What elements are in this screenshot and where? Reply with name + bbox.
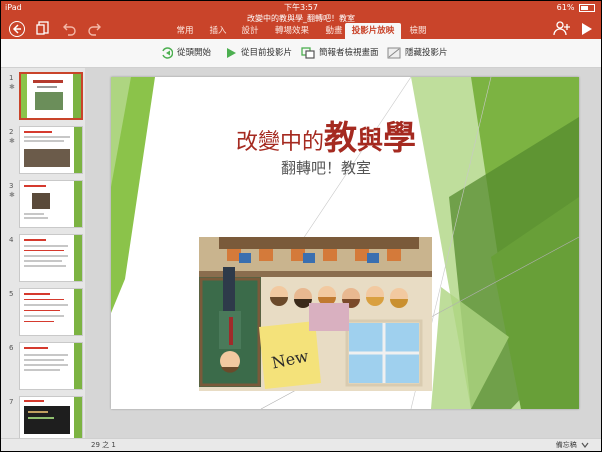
file-icon [36, 21, 49, 35]
title-part-4: 學 [383, 118, 417, 157]
tab-design[interactable]: 設計 [235, 23, 265, 39]
add-person-icon [553, 21, 570, 36]
title-part-3: 與 [357, 126, 384, 156]
undo-button[interactable] [61, 21, 79, 39]
from-beginning-icon [162, 46, 173, 59]
play-button[interactable] [581, 21, 599, 39]
thumbnail-slide-6[interactable] [19, 342, 83, 390]
tab-insert[interactable]: 插入 [203, 23, 233, 39]
thumb-number: 4 [9, 236, 14, 244]
tab-home[interactable]: 常用 [169, 23, 201, 39]
from-current-label: 從目前投影片 [241, 48, 293, 58]
tab-review[interactable]: 檢閱 [403, 23, 433, 39]
presenter-view-label: 簡報者檢視畫面 [319, 48, 379, 58]
thumb-number: 1 [9, 74, 14, 82]
hide-slide-label: 隱藏投影片 [405, 48, 448, 58]
play-current-icon [227, 47, 236, 58]
presenter-view-button[interactable]: 簡報者檢視畫面 [301, 46, 379, 60]
tab-slide-show[interactable]: 投影片放映 [345, 23, 401, 40]
from-beginning-label: 從頭開始 [177, 48, 212, 58]
animation-star-icon: ✱ [9, 137, 15, 145]
thumb-number: 3 [9, 182, 14, 190]
thumbnail-slide-5[interactable] [19, 288, 83, 336]
thumbnail-slide-3[interactable] [19, 180, 83, 228]
chevron-down-icon [581, 442, 589, 448]
from-current-button[interactable]: 從目前投影片 [225, 46, 292, 60]
undo-icon [63, 23, 76, 36]
current-slide[interactable]: 改變中的教與學 翻轉吧！教室 New [111, 77, 579, 409]
battery-icon [579, 3, 595, 12]
thumb-number: 5 [9, 290, 14, 298]
thumbnail-slide-7[interactable] [19, 396, 83, 438]
notes-button[interactable]: 備忘稿 [555, 439, 589, 451]
redo-button[interactable] [87, 21, 105, 39]
from-beginning-button[interactable]: 從頭開始 [161, 46, 211, 60]
thumb-number: 6 [9, 344, 14, 352]
app-window: iPad 下午3:57 61% 改變中的教與學_翻轉吧！教室 常用 插入 設計 … [0, 0, 602, 452]
tab-transitions[interactable]: 轉場效果 [267, 23, 317, 39]
classroom-illustration: New [199, 237, 432, 391]
back-button[interactable] [9, 21, 25, 37]
back-arrow-icon [12, 24, 21, 34]
slide-thumbnail-pane[interactable]: 1 ✱ 2 ✱ 3 ✱ 4 5 6 7 [1, 68, 85, 438]
hide-slide-button[interactable]: 隱藏投影片 [387, 46, 448, 60]
title-part-1: 改變中的 [235, 130, 324, 155]
slide-title: 改變中的教與學 [111, 111, 541, 159]
thumbnail-slide-1[interactable] [19, 72, 83, 120]
animation-star-icon: ✱ [9, 83, 15, 91]
ribbon-toolbar: 從頭開始 從目前投影片 簡報者檢視畫面 隱藏投影片 [1, 39, 601, 68]
thumbnail-slide-2[interactable] [19, 126, 83, 174]
title-part-2: 教 [324, 118, 357, 157]
battery-percent: 61% [556, 3, 575, 12]
file-button[interactable] [35, 20, 53, 38]
thumb-number: 2 [9, 128, 14, 136]
play-icon [582, 23, 592, 35]
share-button[interactable] [553, 20, 571, 38]
redo-icon [88, 23, 101, 36]
notes-label: 備忘稿 [555, 441, 577, 449]
bottom-status-bar: 29 之 1 備忘稿 [1, 438, 601, 451]
thumbnail-slide-4[interactable] [19, 234, 83, 282]
slide-subtitle: 翻轉吧！教室 [280, 159, 371, 177]
slide-counter: 29 之 1 [91, 441, 116, 449]
slide-editor: 改變中的教與學 翻轉吧！教室 New [85, 68, 601, 438]
hide-slide-icon [387, 47, 401, 58]
thumb-number: 7 [9, 398, 14, 406]
upside-down-classroom-image: New [199, 237, 432, 391]
presenter-view-icon [301, 46, 315, 59]
animation-star-icon: ✱ [9, 191, 15, 199]
